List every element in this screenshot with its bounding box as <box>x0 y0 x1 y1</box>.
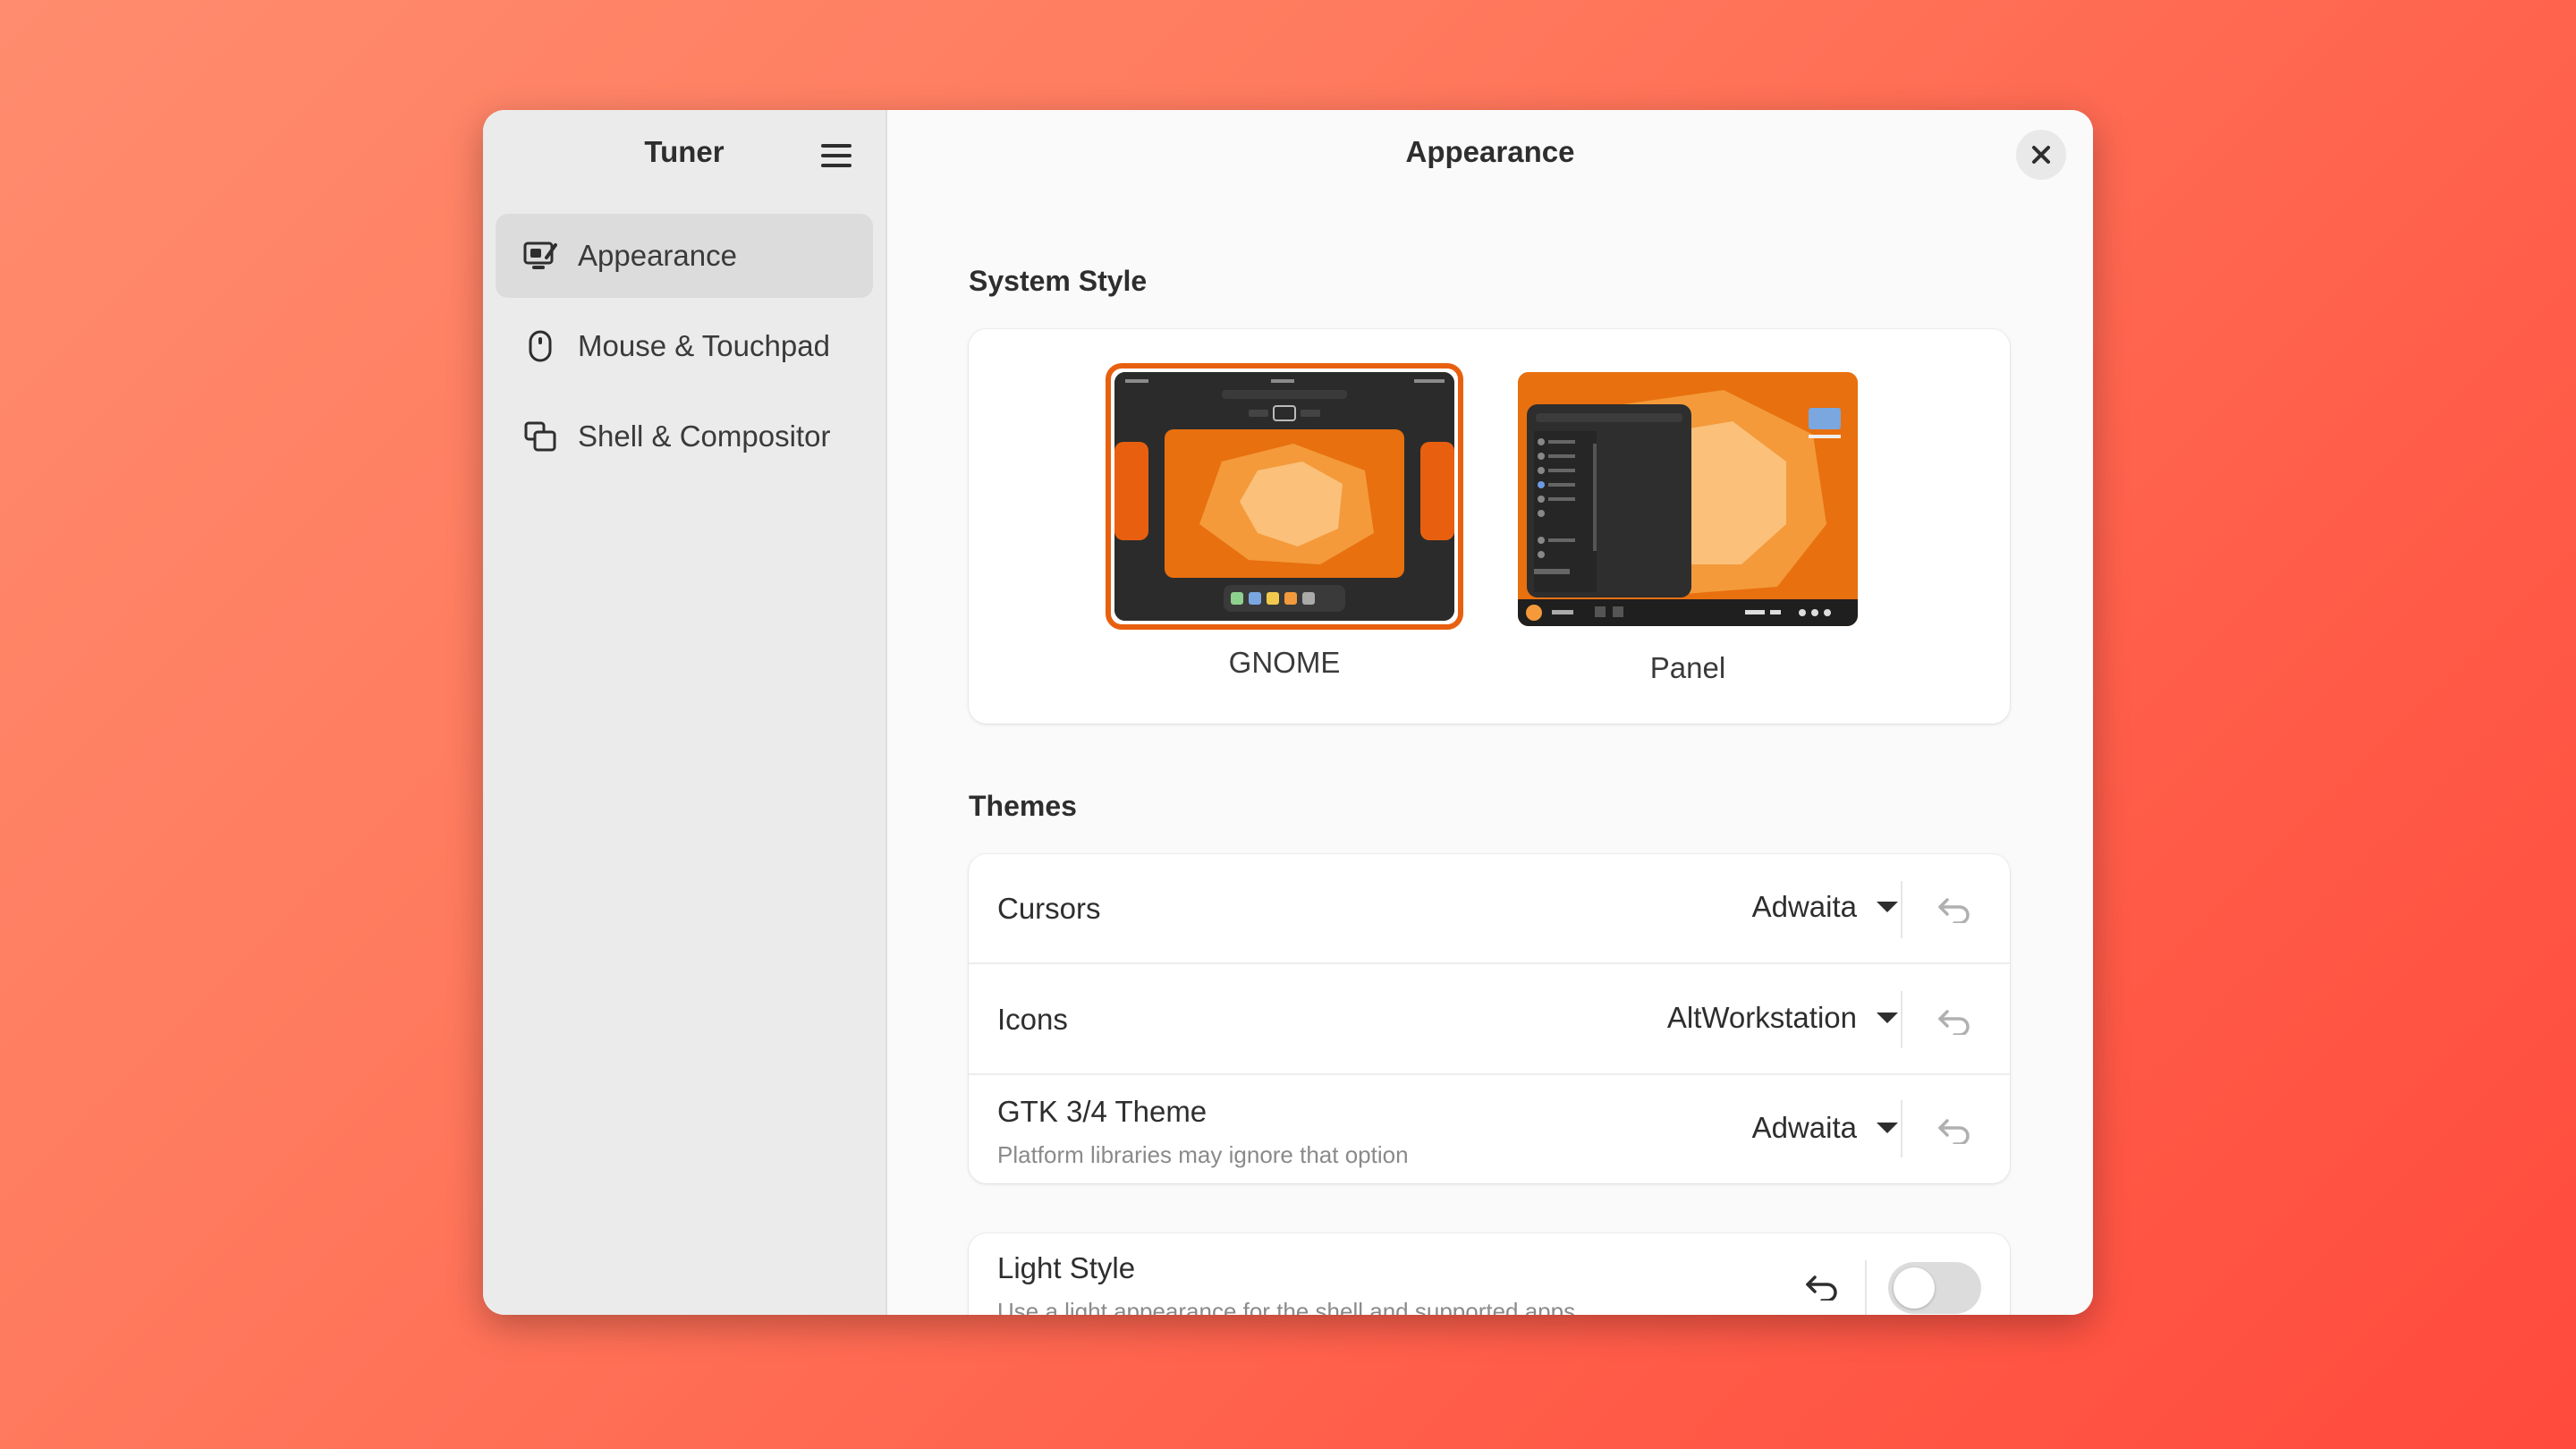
light-style-reset-button[interactable] <box>1801 1266 1843 1309</box>
sidebar-item-mouse-touchpad[interactable]: Mouse & Touchpad <box>496 304 873 388</box>
mouse-icon <box>522 328 558 364</box>
sidebar-item-label: Shell & Compositor <box>578 419 831 453</box>
style-option-panel[interactable]: Panel <box>1518 372 1858 685</box>
theme-row-icons: Icons AltWorkstation <box>969 964 2010 1075</box>
dropdown-arrow-icon <box>1877 1013 1898 1023</box>
page-title: Appearance <box>1405 135 1575 168</box>
style-option-gnome[interactable]: GNOME <box>1106 363 1463 680</box>
style-option-label: GNOME <box>1228 646 1341 679</box>
gnome-preview-image <box>1114 372 1454 621</box>
hamburger-menu-icon <box>821 144 852 167</box>
dropdown-value: Adwaita <box>1751 1111 1857 1144</box>
light-style-toggle[interactable] <box>1888 1262 1981 1314</box>
light-style-card: Light Style Use a light appearance for t… <box>969 1233 2010 1315</box>
separator <box>1901 991 1902 1048</box>
system-style-heading: System Style <box>969 265 1148 297</box>
dropdown-value: AltWorkstation <box>1666 1001 1857 1034</box>
toggle-knob <box>1894 1267 1935 1309</box>
icons-dropdown[interactable]: AltWorkstation <box>1667 1001 1898 1035</box>
system-style-card: GNOME Panel <box>969 329 2010 724</box>
close-button[interactable] <box>2016 130 2066 180</box>
undo-icon <box>1938 1010 1970 1035</box>
row-label: Icons <box>997 1003 1068 1036</box>
theme-row-gtk: GTK 3/4 Theme Platform libraries may ign… <box>969 1075 2010 1183</box>
content-pane: Appearance System Style GNOME Panel Them… <box>887 110 2093 1315</box>
sidebar-item-shell-compositor[interactable]: Shell & Compositor <box>496 394 873 479</box>
selection-border <box>1106 363 1463 630</box>
light-style-subtitle: Use a light appearance for the shell and… <box>997 1298 1576 1315</box>
cursors-dropdown[interactable]: Adwaita <box>1752 890 1898 924</box>
separator <box>1901 1100 1902 1157</box>
tuner-window: Tuner Appearance Mouse & Touchpad Shell … <box>483 110 2093 1315</box>
row-label: GTK 3/4 Theme <box>997 1095 1208 1128</box>
row-subtitle: Platform libraries may ignore that optio… <box>997 1141 1409 1168</box>
theme-row-cursors: Cursors Adwaita <box>969 854 2010 964</box>
sidebar-header: Tuner <box>483 110 886 199</box>
themes-heading: Themes <box>969 790 1077 822</box>
windows-overlap-icon <box>522 419 558 454</box>
cursors-reset-button[interactable] <box>1933 888 1976 931</box>
sidebar-item-appearance[interactable]: Appearance <box>496 214 873 298</box>
light-style-label: Light Style <box>997 1251 1136 1284</box>
row-label: Cursors <box>997 892 1101 925</box>
themes-card: Cursors Adwaita Icons AltWorkstation GTK… <box>969 854 2010 1183</box>
undo-icon <box>1938 1119 1970 1144</box>
undo-icon <box>1806 1275 1837 1301</box>
sidebar-item-label: Mouse & Touchpad <box>578 329 830 362</box>
style-option-label: Panel <box>1649 651 1726 684</box>
gtk-theme-dropdown[interactable]: Adwaita <box>1752 1111 1898 1145</box>
gtk-theme-reset-button[interactable] <box>1933 1109 1976 1152</box>
separator <box>1865 1260 1867 1315</box>
close-icon <box>2032 146 2050 164</box>
sidebar: Tuner Appearance Mouse & Touchpad Shell … <box>483 110 887 1315</box>
appearance-icon <box>522 238 558 274</box>
sidebar-item-label: Appearance <box>578 239 737 272</box>
dropdown-arrow-icon <box>1877 1123 1898 1133</box>
sidebar-nav: Appearance Mouse & Touchpad Shell & Comp… <box>496 214 873 485</box>
panel-preview-image <box>1518 372 1858 626</box>
main-menu-button[interactable] <box>814 133 859 178</box>
dropdown-value: Adwaita <box>1751 890 1857 923</box>
icons-reset-button[interactable] <box>1933 1000 1976 1043</box>
dropdown-arrow-icon <box>1877 902 1898 912</box>
separator <box>1901 881 1902 938</box>
undo-icon <box>1938 898 1970 923</box>
